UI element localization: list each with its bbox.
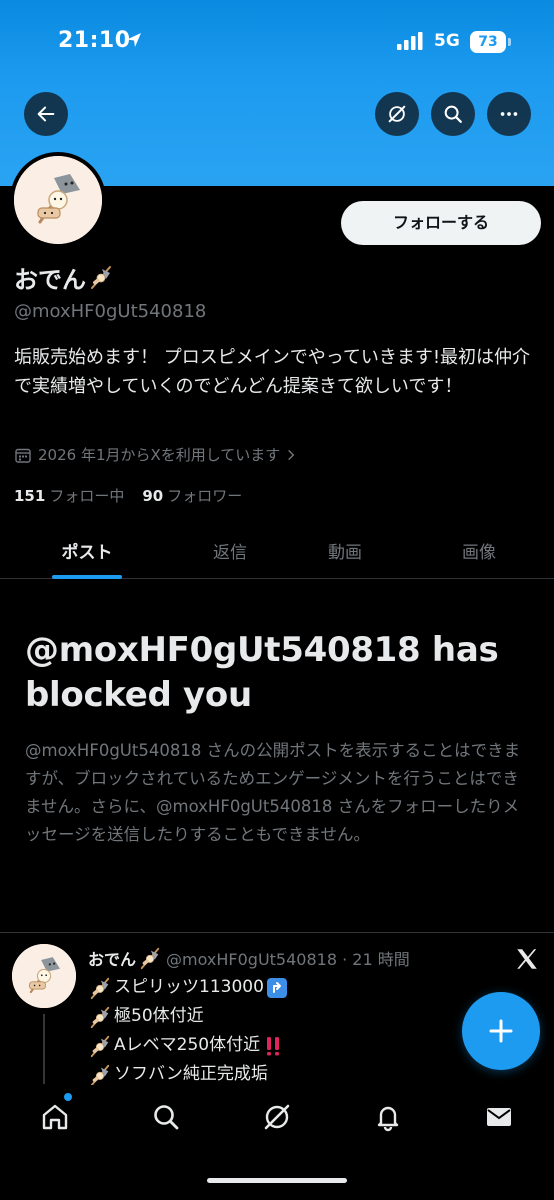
oden-emoji-icon xyxy=(88,1034,112,1058)
compose-button[interactable] xyxy=(462,992,540,1070)
joined-date-row[interactable]: 2026 年1月からXを利用しています xyxy=(14,444,304,465)
arrow-up-right-icon xyxy=(266,977,287,998)
follow-stats: 151 フォロー中 90 フォロワー xyxy=(14,485,242,506)
profile-avatar[interactable] xyxy=(10,152,106,248)
oden-emoji-icon xyxy=(88,976,112,1000)
following-count: 151 xyxy=(14,487,46,505)
back-button[interactable] xyxy=(24,92,68,136)
search-button[interactable] xyxy=(431,92,475,136)
joined-date: 2026 年1月からXを利用しています xyxy=(38,446,281,464)
post-line-text: スピリッツ113000 xyxy=(114,977,264,997)
search-icon[interactable] xyxy=(150,1101,182,1133)
status-time: 21:10 xyxy=(58,28,131,53)
followers-link[interactable]: 90 フォロワー xyxy=(142,485,242,506)
active-tab-indicator xyxy=(52,575,122,579)
chevron-right-icon xyxy=(288,449,295,460)
signal-bars-icon xyxy=(397,32,423,50)
battery-level: 73 xyxy=(470,31,506,53)
post-author-name[interactable]: おでん xyxy=(88,946,136,970)
display-name: おでん xyxy=(14,265,86,294)
post-header: おでん @moxHF0gUt540818 · 21 時間 xyxy=(88,946,548,970)
more-horizontal-icon xyxy=(500,112,518,116)
post-avatar[interactable] xyxy=(12,944,76,1008)
grok-button[interactable] xyxy=(375,92,419,136)
grok-icon xyxy=(388,105,406,123)
tab-posts[interactable]: ポスト xyxy=(55,538,119,563)
blocked-message: @moxHF0gUt540818 さんの公開ポストを表示することはできますが、ブ… xyxy=(25,741,521,844)
search-icon xyxy=(444,105,462,123)
more-button[interactable] xyxy=(487,92,531,136)
status-bar: 21:10 5G 73 xyxy=(0,0,554,84)
oden-emoji-icon xyxy=(88,1063,112,1087)
post-line: 極50体付近 xyxy=(88,1002,288,1031)
bell-icon[interactable] xyxy=(372,1101,404,1133)
followers-count: 90 xyxy=(142,487,164,505)
location-arrow-icon xyxy=(127,33,141,47)
profile-tabs: ポスト 返信 動画 画像 xyxy=(0,522,554,579)
user-handle: @moxHF0gUt540818 xyxy=(14,301,207,322)
oden-emoji-icon xyxy=(88,1005,112,1029)
tab-videos[interactable]: 動画 xyxy=(320,538,370,563)
divider xyxy=(0,932,554,933)
oden-emoji-icon xyxy=(88,264,114,290)
home-indicator xyxy=(207,1178,347,1183)
post-line-text: 極50体付近 xyxy=(114,1006,204,1026)
post-line-text: Aレベマ250体付近 xyxy=(114,1035,261,1055)
grok-icon[interactable] xyxy=(261,1101,293,1133)
battery-tip xyxy=(508,38,511,46)
tab-images[interactable]: 画像 xyxy=(454,538,504,563)
home-icon[interactable] xyxy=(39,1101,71,1133)
oden-avatar-image xyxy=(12,944,76,1008)
followers-label: フォロワー xyxy=(167,487,243,505)
following-label: フォロー中 xyxy=(49,487,125,505)
post-line: Aレベマ250体付近 xyxy=(88,1031,288,1060)
post-body[interactable]: スピリッツ113000 極50体付近 Aレベマ250体付近 ソフバン純正完成垢 xyxy=(88,973,288,1089)
thread-line xyxy=(43,1014,45,1084)
blocked-title: @moxHF0gUt540818 has blocked you xyxy=(25,630,499,715)
display-name-row: おでん xyxy=(14,262,114,294)
notification-dot xyxy=(64,1093,72,1101)
profile-bio: 垢販売始めます！ プロスピメインでやっていきます!最初は仲介で実績増やしていくの… xyxy=(14,347,531,397)
tab-replies[interactable]: 返信 xyxy=(205,538,255,563)
arrow-left-icon xyxy=(37,106,55,122)
x-logo-icon xyxy=(517,949,537,969)
plus-icon xyxy=(489,1019,513,1043)
follow-button[interactable]: フォローする xyxy=(341,201,541,245)
oden-avatar-image xyxy=(14,156,102,244)
post-meta: @moxHF0gUt540818 · 21 時間 xyxy=(166,950,410,969)
network-type: 5G xyxy=(434,31,460,51)
post-line: スピリッツ113000 xyxy=(88,973,288,1002)
oden-emoji-icon xyxy=(138,946,162,970)
calendar-icon xyxy=(15,448,31,463)
mail-icon[interactable] xyxy=(483,1101,515,1133)
double-exclamation-icon xyxy=(267,1036,280,1055)
following-link[interactable]: 151 フォロー中 xyxy=(14,485,124,506)
